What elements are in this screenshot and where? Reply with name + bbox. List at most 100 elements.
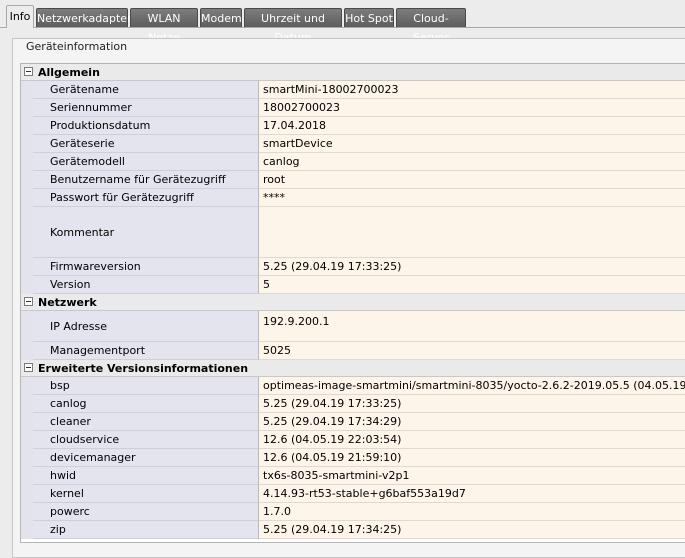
collapse-icon[interactable] — [24, 363, 33, 372]
property-label: Managementport — [33, 342, 259, 360]
value-text: smartMini-18002700023 — [263, 83, 399, 96]
collapse-icon[interactable] — [24, 67, 33, 76]
property-row[interactable]: cloudservice 12.6 (04.05.19 22:03:54) — [21, 431, 685, 449]
value-text: optimeas-image-smartmini/smartmini-8035/… — [263, 379, 685, 392]
property-label: Seriennummer — [33, 99, 259, 117]
property-row[interactable]: Passwort für Gerätezugriff **** — [21, 189, 685, 207]
tab-divider — [0, 27, 685, 28]
value-text: 18002700023 — [263, 101, 340, 114]
value-text: **** — [263, 191, 285, 204]
value-text: 5.25 (29.04.19 17:34:25) — [263, 523, 402, 536]
property-value[interactable]: smartDevice — [259, 135, 685, 153]
property-row[interactable]: zip 5.25 (29.04.19 17:34:25) — [21, 521, 685, 539]
property-label: Kommentar — [33, 207, 259, 258]
property-label: IP Adresse — [33, 311, 259, 342]
collapse-icon[interactable] — [24, 297, 33, 306]
value-text: 192.9.200.1 — [263, 315, 330, 328]
tab-hot-spot[interactable]: Hot Spot — [344, 8, 394, 27]
tab-info[interactable]: Info — [6, 5, 34, 28]
property-row[interactable]: Produktionsdatum 17.04.2018 — [21, 117, 685, 135]
value-text: smartDevice — [263, 137, 333, 150]
property-row[interactable]: Kommentar — [21, 207, 685, 258]
property-value[interactable]: 12.6 (04.05.19 21:59:10) — [259, 449, 685, 467]
tab-cloud-server[interactable]: Cloud-Server — [396, 8, 466, 44]
section-allgemein[interactable]: Allgemein — [21, 64, 685, 81]
property-label: Gerätename — [33, 81, 259, 99]
value-text: root — [263, 173, 286, 186]
property-value[interactable]: 5 — [259, 276, 685, 294]
tab-uhrzeit-und-datum[interactable]: Uhrzeit und Datum — [244, 8, 342, 44]
property-value[interactable]: 5.25 (29.04.19 17:33:25) — [259, 258, 685, 276]
property-label: hwid — [33, 467, 259, 485]
section-erweiterte-versionsinformationen[interactable]: Erweiterte Versionsinformationen — [21, 360, 685, 377]
password-field[interactable]: **** — [259, 189, 685, 207]
property-label: kernel — [33, 485, 259, 503]
property-value[interactable]: tx6s-8035-smartmini-v2p1 — [259, 467, 685, 485]
comment-field[interactable] — [259, 207, 685, 258]
property-label: devicemanager — [33, 449, 259, 467]
property-value[interactable]: optimeas-image-smartmini/smartmini-8035/… — [259, 377, 685, 395]
property-row[interactable]: Gerätemodell canlog — [21, 153, 685, 171]
property-row[interactable]: canlog 5.25 (29.04.19 17:33:25) — [21, 395, 685, 413]
property-label: canlog — [33, 395, 259, 413]
tab-netzwerkadapter[interactable]: Netzwerkadapter — [36, 8, 132, 27]
property-label: Gerätemodell — [33, 153, 259, 171]
property-row[interactable]: bsp optimeas-image-smartmini/smartmini-8… — [21, 377, 685, 395]
value-text: 12.6 (04.05.19 21:59:10) — [263, 451, 402, 464]
property-row[interactable]: hwid tx6s-8035-smartmini-v2p1 — [21, 467, 685, 485]
property-row[interactable]: Gerätename smartMini-18002700023 — [21, 81, 685, 99]
property-row[interactable]: Seriennummer 18002700023 — [21, 99, 685, 117]
value-text: tx6s-8035-smartmini-v2p1 — [263, 469, 410, 482]
section-title: Allgemein — [38, 66, 100, 79]
property-label: powerc — [33, 503, 259, 521]
tab-modem[interactable]: Modem — [200, 8, 242, 27]
property-label: Geräteserie — [33, 135, 259, 153]
property-value[interactable]: 12.6 (04.05.19 22:03:54) — [259, 431, 685, 449]
property-row[interactable]: IP Adresse 192.9.200.1 — [21, 311, 685, 342]
section-netzwerk[interactable]: Netzwerk — [21, 294, 685, 311]
property-row[interactable]: Benutzername für Gerätezugriff root — [21, 171, 685, 189]
section-title: Netzwerk — [38, 296, 97, 309]
section-title: Erweiterte Versionsinformationen — [38, 362, 249, 375]
property-label: Version — [33, 276, 259, 294]
property-value[interactable]: 5.25 (29.04.19 17:33:25) — [259, 395, 685, 413]
value-text: canlog — [263, 155, 300, 168]
value-text: 5.25 (29.04.19 17:33:25) — [263, 260, 402, 273]
value-text: 5 — [263, 278, 270, 291]
panel-title: Geräteinformation — [26, 40, 128, 53]
property-value[interactable]: 5.25 (29.04.19 17:34:29) — [259, 413, 685, 431]
value-text: 5.25 (29.04.19 17:33:25) — [263, 397, 402, 410]
ip-address-field[interactable]: 192.9.200.1 — [259, 311, 685, 342]
property-row[interactable]: devicemanager 12.6 (04.05.19 21:59:10) — [21, 449, 685, 467]
property-grid: Allgemein Gerätename smartMini-180027000… — [20, 63, 685, 543]
property-row[interactable]: kernel 4.14.93-rt53-stable+g6baf553a19d7 — [21, 485, 685, 503]
property-row[interactable]: powerc 1.7.0 — [21, 503, 685, 521]
property-value[interactable]: 1.7.0 — [259, 503, 685, 521]
property-value[interactable]: 18002700023 — [259, 99, 685, 117]
property-label: zip — [33, 521, 259, 539]
property-value[interactable]: 5.25 (29.04.19 17:34:25) — [259, 521, 685, 539]
property-value[interactable]: smartMini-18002700023 — [259, 81, 685, 99]
tab-wlan-netze[interactable]: WLAN Netze — [130, 8, 198, 44]
property-label: cloudservice — [33, 431, 259, 449]
property-label: Benutzername für Gerätezugriff — [33, 171, 259, 189]
property-value[interactable]: 5025 — [259, 342, 685, 360]
property-label: cleaner — [33, 413, 259, 431]
property-row[interactable]: Managementport 5025 — [21, 342, 685, 360]
property-row[interactable]: Version 5 — [21, 276, 685, 294]
property-label: Produktionsdatum — [33, 117, 259, 135]
property-row[interactable]: Firmwareversion 5.25 (29.04.19 17:33:25) — [21, 258, 685, 276]
tab-bar: Info Netzwerkadapter WLAN Netze Modem Uh… — [0, 0, 685, 44]
property-value[interactable]: root — [259, 171, 685, 189]
property-label: Firmwareversion — [33, 258, 259, 276]
property-label: Passwort für Gerätezugriff — [33, 189, 259, 207]
value-text: 5025 — [263, 344, 291, 357]
property-value[interactable]: 17.04.2018 — [259, 117, 685, 135]
property-row[interactable]: Geräteserie smartDevice — [21, 135, 685, 153]
value-text: 5.25 (29.04.19 17:34:29) — [263, 415, 402, 428]
property-value[interactable]: 4.14.93-rt53-stable+g6baf553a19d7 — [259, 485, 685, 503]
property-row[interactable]: cleaner 5.25 (29.04.19 17:34:29) — [21, 413, 685, 431]
property-value[interactable]: canlog — [259, 153, 685, 171]
value-text: 12.6 (04.05.19 22:03:54) — [263, 433, 402, 446]
value-text: 1.7.0 — [263, 505, 291, 518]
